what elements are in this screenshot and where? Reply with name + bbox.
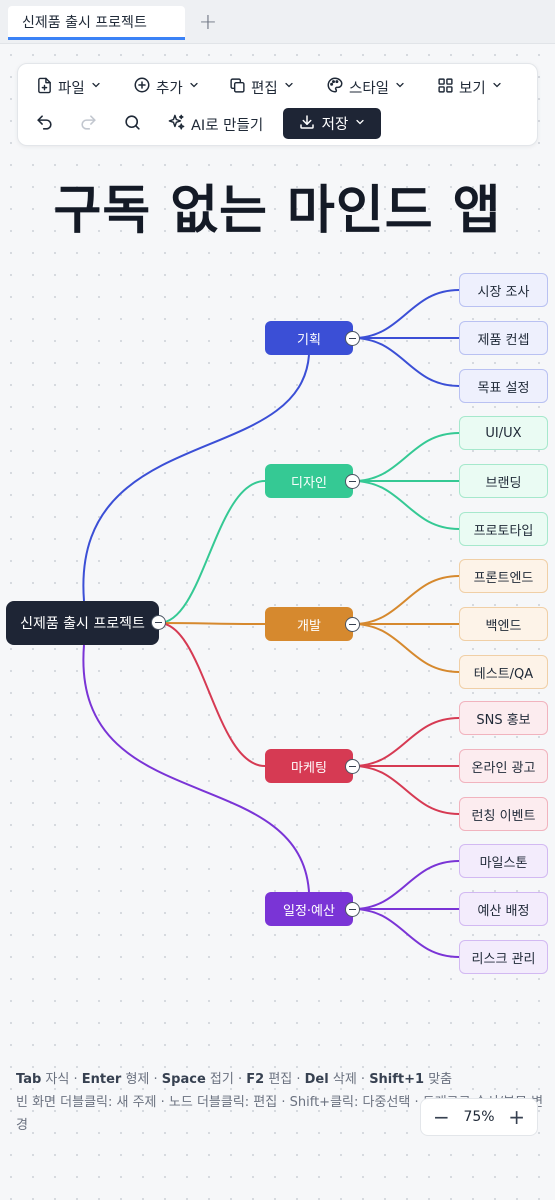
leaf-connector	[352, 575, 460, 625]
branch-node[interactable]: 마케팅	[265, 749, 353, 783]
leaf-node[interactable]: 프론트엔드	[459, 559, 548, 593]
leaf-node[interactable]: 마일스톤	[459, 844, 548, 878]
leaf-node[interactable]: 제품 컨셉	[459, 321, 548, 355]
leaf-node-label: 브랜딩	[485, 475, 522, 491]
leaf-node-label: UI/UX	[485, 425, 522, 441]
leaf-node-label: 목표 설정	[477, 380, 530, 396]
branch-node-label: 개발	[297, 618, 321, 634]
leaf-node[interactable]: 테스트/QA	[459, 655, 548, 689]
leaf-node-label: 시장 조사	[477, 284, 530, 300]
zoom-level: 75%	[463, 1109, 495, 1125]
leaf-node-label: 프로토타입	[473, 523, 534, 539]
leaf-node-label: SNS 홍보	[476, 712, 531, 728]
help-desc: 형제	[125, 1072, 150, 1087]
leaf-node-label: 런칭 이벤트	[471, 808, 536, 824]
leaf-node-label: 백엔드	[485, 618, 522, 634]
leaf-node[interactable]: SNS 홍보	[459, 701, 548, 735]
collapse-toggle[interactable]	[345, 474, 360, 489]
leaf-node[interactable]: UI/UX	[459, 416, 548, 450]
leaf-node-label: 리스크 관리	[471, 951, 536, 967]
leaf-node[interactable]: 목표 설정	[459, 369, 548, 403]
leaf-node-label: 마일스톤	[479, 855, 528, 871]
root-connector	[158, 622, 266, 625]
leaf-connector	[352, 480, 460, 530]
branch-node-label: 마케팅	[291, 760, 327, 776]
leaf-connector	[352, 432, 460, 482]
leaf-connector	[352, 717, 460, 767]
help-key: Enter	[81, 1072, 122, 1087]
branch-node[interactable]: 개발	[265, 607, 353, 641]
collapse-toggle[interactable]	[345, 331, 360, 346]
branch-node[interactable]: 기획	[265, 321, 353, 355]
leaf-node-label: 제품 컨셉	[477, 332, 530, 348]
branch-node-label: 일정·예산	[283, 903, 335, 919]
leaf-node[interactable]: 백엔드	[459, 607, 548, 641]
leaf-node[interactable]: 온라인 광고	[459, 749, 548, 783]
help-desc: 자식	[45, 1072, 70, 1087]
help-key: Tab	[16, 1072, 42, 1087]
zoom-control: − 75% +	[420, 1098, 538, 1136]
zoom-in-button[interactable]: +	[508, 1105, 525, 1129]
collapse-toggle[interactable]	[345, 759, 360, 774]
root-connector	[158, 622, 266, 767]
help-desc: 삭제	[332, 1072, 357, 1087]
branch-node[interactable]: 일정·예산	[265, 892, 353, 926]
root-node-label: 신제품 출시 프로젝트	[20, 616, 145, 632]
leaf-node-label: 온라인 광고	[471, 760, 536, 776]
leaf-connector	[352, 860, 460, 910]
collapse-toggle[interactable]	[345, 617, 360, 632]
leaf-node-label: 예산 배정	[477, 903, 530, 919]
leaf-connector	[352, 289, 460, 339]
help-desc: 편집	[268, 1072, 293, 1087]
root-connector	[158, 480, 266, 624]
leaf-node[interactable]: 시장 조사	[459, 273, 548, 307]
root-node[interactable]: 신제품 출시 프로젝트	[6, 601, 159, 645]
branch-node-label: 디자인	[291, 475, 327, 491]
zoom-out-button[interactable]: −	[433, 1105, 450, 1129]
leaf-connector	[352, 337, 460, 387]
help-key: Shift+1	[369, 1072, 425, 1087]
collapse-toggle[interactable]	[345, 902, 360, 917]
leaf-node[interactable]: 리스크 관리	[459, 940, 548, 974]
leaf-node[interactable]: 런칭 이벤트	[459, 797, 548, 831]
help-desc: 맞춤	[428, 1072, 453, 1087]
help-key: F2	[246, 1072, 265, 1087]
leaf-node[interactable]: 브랜딩	[459, 464, 548, 498]
help-desc: 접기	[209, 1072, 234, 1087]
help-key: Space	[161, 1072, 206, 1087]
leaf-connector	[352, 623, 460, 673]
branch-node[interactable]: 디자인	[265, 464, 353, 498]
mindmap-connectors	[82, 289, 460, 958]
leaf-node[interactable]: 프로토타입	[459, 512, 548, 546]
leaf-node-label: 테스트/QA	[473, 666, 534, 682]
leaf-connector	[352, 765, 460, 815]
collapse-toggle-root[interactable]	[151, 615, 166, 630]
help-key: Del	[304, 1072, 329, 1087]
leaf-node[interactable]: 예산 배정	[459, 892, 548, 926]
leaf-connector	[352, 908, 460, 958]
branch-node-label: 기획	[297, 332, 321, 348]
leaf-node-label: 프론트엔드	[473, 570, 534, 586]
